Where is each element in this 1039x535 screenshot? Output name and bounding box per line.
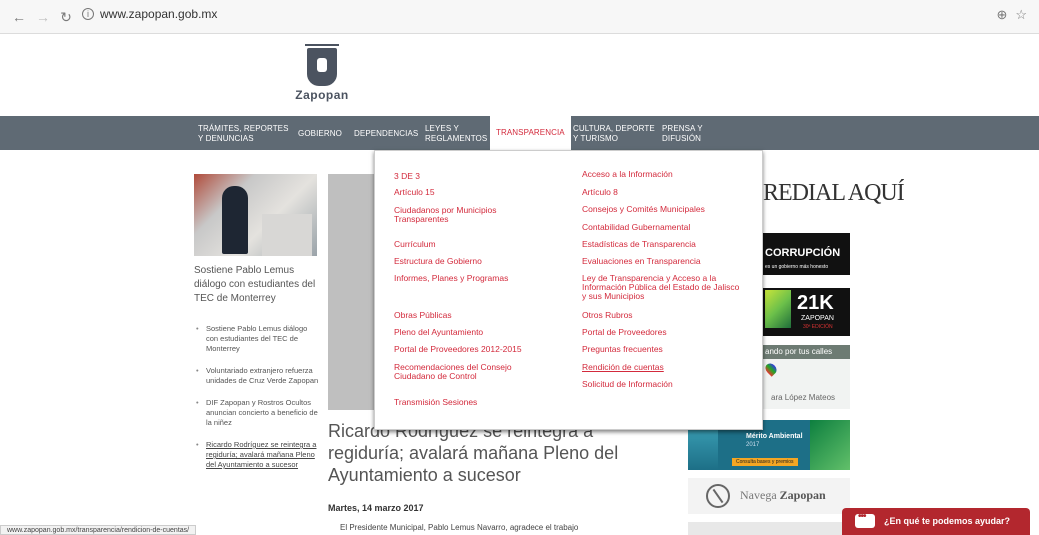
race-21k-banner[interactable]: 21K ZAPOPAN 30ª EDICIÓN (763, 288, 850, 336)
race-edition: 30ª EDICIÓN (803, 324, 833, 330)
dropdown-link-rendicion[interactable]: Rendición de cuentas (582, 363, 664, 372)
dropdown-link-acceso[interactable]: Acceso a la Información (582, 170, 673, 179)
dropdown-link-transmision[interactable]: Transmisión Sesiones (394, 398, 477, 407)
news-sidebar: Sostiene Pablo Lemus diálogo con estudia… (194, 174, 320, 482)
compass-icon (706, 484, 730, 508)
back-icon[interactable]: ← (10, 8, 28, 26)
chat-help-button[interactable]: ¿En qué te podemos ayudar? (842, 508, 1030, 535)
nav-dependencias[interactable]: DEPENDENCIAS (354, 129, 418, 139)
calles-top-text: ando por tus calles (765, 347, 833, 356)
logo-text: Zapopan (295, 88, 349, 102)
nav-leyes[interactable]: LEYES Y REGLAMENTOS (425, 124, 487, 144)
featured-news-photo[interactable] (194, 174, 317, 256)
podium-figure (262, 214, 312, 256)
news-item[interactable]: DIF Zapopan y Rostros Ocultos anuncian c… (194, 398, 320, 428)
nav-dependencias-label: DEPENDENCIAS (354, 129, 419, 138)
article-body: El Presidente Municipal, Pablo Lemus Nav… (340, 523, 579, 532)
nav-prensa[interactable]: PRENSA Y DIFUSIÓN (662, 124, 703, 144)
forward-icon[interactable]: → (34, 8, 52, 26)
speaker-figure (222, 186, 248, 254)
dropdown-link-estadisticas[interactable]: Estadísticas de Transparencia (582, 240, 696, 249)
news-list: Sostiene Pablo Lemus diálogo con estudia… (194, 324, 320, 470)
nav-gobierno-label: GOBIERNO (298, 129, 342, 138)
corrupcion-subtitle: es un gobierno más honesto (765, 264, 829, 270)
navega-brand: Zapopan (779, 488, 826, 502)
navega-prefix: Navega (740, 488, 780, 502)
corrupcion-title: CORRUPCIÓN (765, 247, 841, 259)
nav-leyes-label: LEYES Y REGLAMENTOS (425, 124, 488, 143)
nav-cultura[interactable]: CULTURA, DEPORTE Y TURISMO (573, 124, 655, 144)
nav-transparencia-label: TRANSPARENCIA (496, 128, 565, 137)
ambiental-button[interactable]: Consulta bases y premios (732, 458, 798, 466)
ambiental-year: 2017 (746, 442, 760, 448)
dropdown-link-articulo-8[interactable]: Artículo 8 (582, 188, 618, 197)
dropdown-link-informes[interactable]: Informes, Planes y Programas (394, 274, 508, 283)
crown-icon (305, 38, 339, 46)
zoom-icon[interactable]: ⊕ (996, 7, 1007, 23)
address-bar[interactable]: i www.zapopan.gob.mx (82, 7, 217, 21)
chat-bubble-icon (855, 511, 875, 528)
address-text[interactable]: www.zapopan.gob.mx (100, 7, 217, 21)
reload-icon[interactable]: ↻ (57, 8, 75, 26)
map-pin-icon (763, 361, 779, 377)
dropdown-link-pleno[interactable]: Pleno del Ayuntamiento (394, 328, 483, 337)
crest-icon (307, 48, 337, 86)
dropdown-link-otros[interactable]: Otros Rubros (582, 311, 633, 320)
dropdown-link-obras[interactable]: Obras Públicas (394, 311, 452, 320)
chat-help-label: ¿En qué te podemos ayudar? (884, 516, 1011, 526)
slider-placeholder (328, 174, 374, 410)
news-item[interactable]: Sostiene Pablo Lemus diálogo con estudia… (194, 324, 320, 354)
transparencia-dropdown: 3 DE 3 Artículo 15 Ciudadanos por Munici… (374, 150, 763, 430)
bookmark-star-icon[interactable]: ☆ (1015, 7, 1027, 23)
dropdown-link-articulo-15[interactable]: Artículo 15 (394, 188, 435, 197)
race-distance: 21K (797, 292, 834, 314)
next-banner[interactable] (688, 522, 850, 535)
nav-tramites-label: TRÁMITES, REPORTES Y DENUNCIAS (198, 124, 289, 143)
calles-banner[interactable]: ando por tus calles ara López Mateos (763, 345, 850, 409)
dropdown-link-estructura[interactable]: Estructura de Gobierno (394, 257, 482, 266)
race-logo-icon (765, 290, 791, 328)
ambiental-title: Mérito Ambiental (746, 433, 803, 440)
dropdown-link-contabilidad[interactable]: Contabilidad Gubernamental (582, 223, 690, 232)
dropdown-link-solicitud[interactable]: Solicitud de Información (582, 380, 673, 389)
nav-tramites[interactable]: TRÁMITES, REPORTES Y DENUNCIAS (198, 124, 289, 144)
dropdown-link-portal-2012[interactable]: Portal de Proveedores 2012-2015 (394, 345, 522, 354)
status-bar-url: www.zapopan.gob.mx/transparencia/rendici… (0, 525, 197, 535)
nav-gobierno[interactable]: GOBIERNO (298, 129, 342, 139)
calles-bottom-text: ara López Mateos (771, 393, 836, 402)
corrupcion-banner[interactable]: CORRUPCIÓN es un gobierno más honesto (763, 233, 850, 275)
main-navigation: TRÁMITES, REPORTES Y DENUNCIAS GOBIERNO … (0, 116, 1039, 150)
featured-news-caption[interactable]: Sostiene Pablo Lemus diálogo con estudia… (194, 264, 320, 306)
news-item[interactable]: Voluntariado extranjero refuerza unidade… (194, 366, 320, 386)
news-item[interactable]: Ricardo Rodríguez se reintegra a regidur… (194, 440, 320, 470)
dropdown-link-ciudadanos[interactable]: Ciudadanos por Municipios Transparentes (394, 206, 524, 224)
nav-transparencia[interactable]: TRANSPARENCIA (490, 116, 571, 150)
dropdown-link-3de3[interactable]: 3 DE 3 (394, 172, 420, 181)
navega-text: Navega Zapopan (740, 488, 826, 503)
dropdown-link-curriculum[interactable]: Currículum (394, 240, 436, 249)
navega-zapopan-banner[interactable]: Navega Zapopan (688, 478, 850, 514)
dropdown-link-evaluaciones[interactable]: Evaluaciones en Transparencia (582, 257, 701, 266)
predial-banner[interactable]: REDIAL AQUÍ (763, 180, 905, 207)
dropdown-link-consejos[interactable]: Consejos y Comités Municipales (582, 205, 705, 214)
info-icon[interactable]: i (82, 8, 94, 20)
article-date: Martes, 14 marzo 2017 (328, 503, 424, 513)
dropdown-link-portal[interactable]: Portal de Proveedores (582, 328, 667, 337)
dropdown-link-preguntas[interactable]: Preguntas frecuentes (582, 345, 663, 354)
browser-toolbar: ← → ↻ i www.zapopan.gob.mx ⊕ ☆ (0, 0, 1039, 34)
banner-decor (810, 420, 850, 470)
race-city: ZAPOPAN (801, 315, 834, 322)
dropdown-link-recomendaciones[interactable]: Recomendaciones del Consejo Ciudadano de… (394, 363, 544, 381)
nav-prensa-label: PRENSA Y DIFUSIÓN (662, 124, 703, 143)
dropdown-link-ley[interactable]: Ley de Transparencia y Acceso a la Infor… (582, 274, 742, 301)
nav-cultura-label: CULTURA, DEPORTE Y TURISMO (573, 124, 655, 143)
site-logo[interactable]: Zapopan (294, 38, 350, 112)
